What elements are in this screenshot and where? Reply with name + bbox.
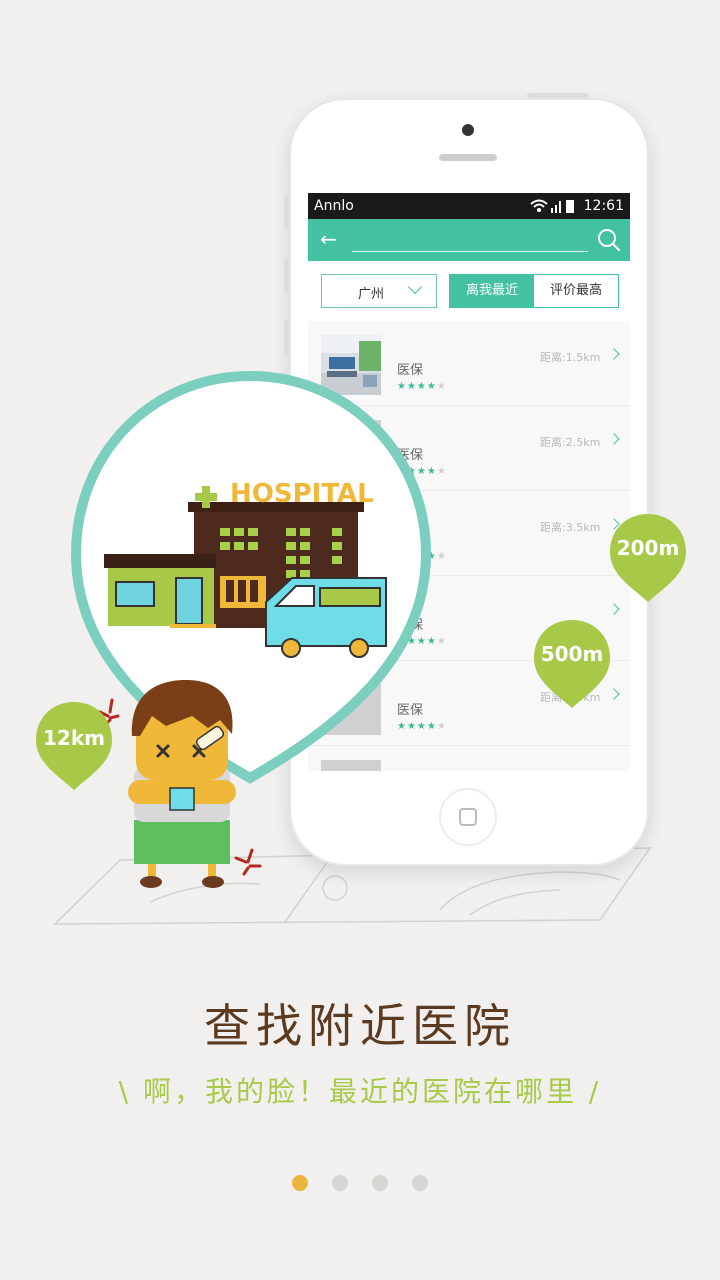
distance-label: 距离:1.5km: [540, 351, 601, 364]
filter-bar: 广州 离我最近 评价最高: [308, 261, 630, 321]
distance-label: 距离:3.5km: [540, 521, 601, 534]
carrier-label: Annlo: [314, 198, 354, 214]
phone-top-button: [527, 93, 589, 98]
pagination-dots: [0, 1175, 720, 1195]
city-dropdown[interactable]: 广州: [321, 274, 437, 308]
phone-camera: [462, 124, 474, 136]
injured-boy-illustration: [98, 680, 262, 888]
chevron-right-icon: [608, 603, 620, 615]
phone-speaker: [439, 154, 497, 161]
hospital-sign-text: HOSPITAL: [230, 479, 374, 509]
distance-label: 距离:2.5km: [540, 436, 601, 449]
signal-battery-icons: [530, 199, 574, 213]
distance-12km-label: 12km: [43, 726, 105, 750]
status-bar: Annlo 12:61: [308, 193, 630, 219]
phone-side-button: [284, 320, 289, 354]
ambulance-icon: [265, 577, 387, 658]
page-dot-2[interactable]: [332, 1175, 348, 1191]
page-dot-4[interactable]: [412, 1175, 428, 1191]
app-bar: ←: [308, 219, 630, 261]
sort-tabs: 离我最近 评价最高: [449, 274, 619, 308]
arrow-left-icon[interactable]: ←: [320, 228, 337, 250]
phone-side-button: [284, 258, 289, 292]
distance-200m-label: 200m: [616, 536, 680, 560]
phone-home-button: [439, 788, 497, 846]
page-dot-1[interactable]: [292, 1175, 308, 1191]
city-label: 广州: [358, 287, 385, 302]
clock-label: 12:61: [583, 198, 624, 214]
phone-side-button: [284, 196, 289, 228]
tab-nearest[interactable]: 离我最近: [450, 275, 534, 307]
page-dot-3[interactable]: [372, 1175, 388, 1191]
search-input[interactable]: [352, 251, 588, 252]
page-title: 查找附近医院: [204, 999, 516, 1053]
chevron-right-icon: [608, 433, 620, 445]
page-subtitle: \ 啊，我的脸！最近的医院在哪里 /: [118, 1075, 602, 1108]
chevron-down-icon: [407, 279, 423, 295]
tab-top-rated[interactable]: 评价最高: [534, 275, 618, 307]
search-icon[interactable]: [596, 227, 622, 253]
distance-500m-label: 500m: [540, 642, 604, 666]
chevron-right-icon: [608, 348, 620, 360]
